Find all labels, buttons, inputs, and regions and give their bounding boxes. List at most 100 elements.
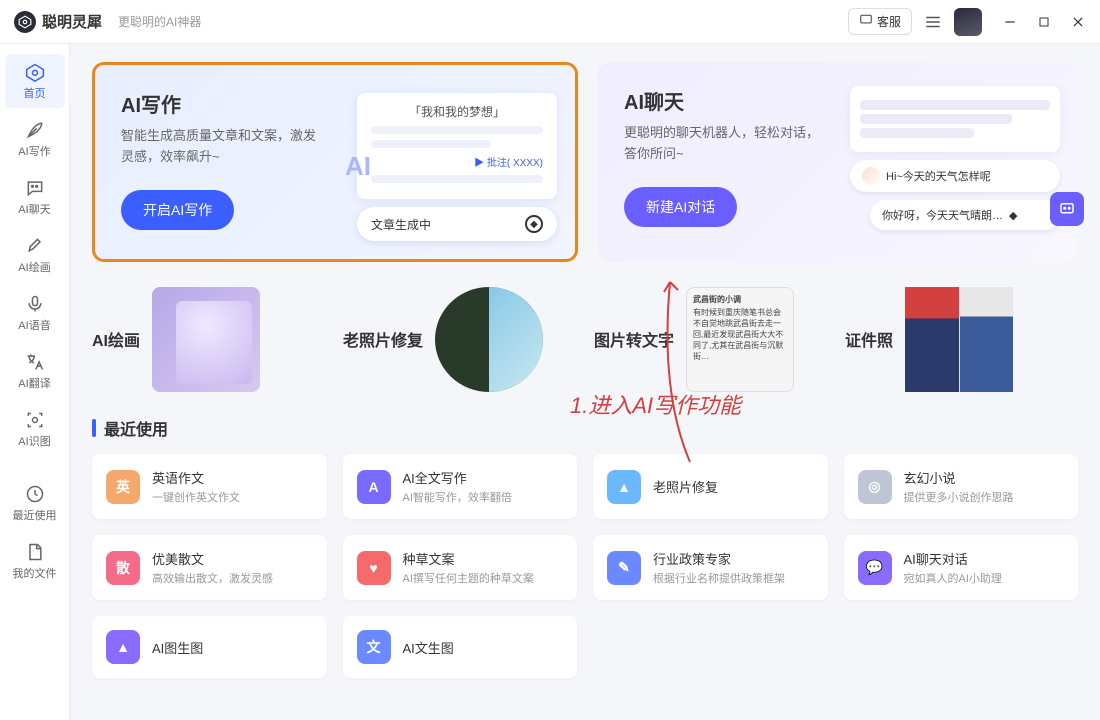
recent-item-icon: ♥ — [357, 551, 391, 585]
hero-write-card[interactable]: AI写作 智能生成高质量文章和文案，激发灵感，效率飙升~ 开启AI写作 AI 「… — [92, 62, 578, 262]
pill-text: 文章生成中 — [371, 216, 431, 233]
recent-item-title: 行业政策专家 — [653, 549, 785, 568]
recent-item[interactable]: 文 AI文生图 — [343, 616, 578, 678]
sidebar-item-draw[interactable]: AI绘画 — [5, 228, 65, 282]
support-button[interactable]: 客服 — [848, 8, 912, 35]
sidebar-label: 最近使用 — [13, 507, 57, 523]
feature-photo-card[interactable]: 老照片修复 — [343, 284, 576, 394]
hero-write-desc: 智能生成高质量文章和文案，激发灵感，效率飙升~ — [121, 126, 321, 168]
recent-item-sub: 一键创作英文作文 — [152, 489, 240, 505]
close-icon[interactable] — [1070, 14, 1086, 30]
recent-item[interactable]: ✎ 行业政策专家 根据行业名称提供政策框架 — [593, 535, 828, 600]
hero-chat-card[interactable]: AI聊天 更聪明的聊天机器人，轻松对话，答你所问~ 新建AI对话 Hi~今天的天… — [598, 62, 1078, 262]
paper-title: 「我和我的梦想」 — [371, 103, 543, 120]
recent-item-sub: AI智能写作，效率翻倍 — [403, 489, 512, 505]
recent-item[interactable]: 散 优美散文 高效输出散文，激发灵感 — [92, 535, 327, 600]
sidebar-label: AI写作 — [18, 143, 50, 159]
recent-item-icon: ▲ — [607, 470, 641, 504]
recent-item[interactable]: ♥ 种草文案 AI撰写任何主题的种草文案 — [343, 535, 578, 600]
feature-title: 老照片修复 — [343, 327, 423, 351]
sidebar-item-recent[interactable]: 最近使用 — [5, 476, 65, 530]
feature-ocr-card[interactable]: 图片转文字 武昌街的小调 有时候到重庆随笔书总会不自觉地跳武昌街去走一回,最近发… — [594, 284, 827, 394]
sidebar-item-chat[interactable]: AI聊天 — [5, 170, 65, 224]
recent-item[interactable]: 💬 AI聊天对话 宛如真人的AI小助理 — [844, 535, 1079, 600]
recent-item-sub: 提供更多小说创作思路 — [904, 489, 1014, 505]
app-logo-icon — [14, 11, 36, 33]
sidebar-label: AI翻译 — [18, 375, 50, 391]
home-icon — [24, 61, 46, 83]
recent-item[interactable]: ◎ 玄幻小说 提供更多小说创作思路 — [844, 454, 1079, 519]
sidebar-item-ocr[interactable]: AI识图 — [5, 402, 65, 456]
feature-title: 证件照 — [845, 327, 893, 351]
recent-item-title: 优美散文 — [152, 549, 273, 568]
chat-bubble-icon — [859, 13, 873, 30]
chat-fab-icon — [1050, 192, 1084, 226]
new-chat-button[interactable]: 新建AI对话 — [624, 187, 737, 227]
sidebar-item-write[interactable]: AI写作 — [5, 112, 65, 166]
section-bar-icon — [92, 419, 96, 437]
recent-item-icon: 英 — [106, 470, 140, 504]
sidebar-item-files[interactable]: 我的文件 — [5, 534, 65, 588]
chat-icon — [24, 177, 46, 199]
recent-item[interactable]: ▲ AI图生图 — [92, 616, 327, 678]
recent-item-icon: 💬 — [858, 551, 892, 585]
recent-item-icon: ◎ — [858, 470, 892, 504]
recent-item-title: 玄幻小说 — [904, 468, 1014, 487]
recent-item-sub: AI撰写任何主题的种草文案 — [403, 570, 534, 586]
ocr-sample-body: 有时候到重庆随笔书总会不自觉地跳武昌街去走一回,最近发现武昌街大大不同了,尤其在… — [693, 307, 787, 363]
recent-item-icon: ✎ — [607, 551, 641, 585]
sidebar-item-home[interactable]: 首页 — [5, 54, 65, 108]
write-illustration: AI 「我和我的梦想」 ▶ 批注( XXXX) 文章生成中 ◆ — [357, 93, 557, 241]
menu-icon[interactable] — [924, 13, 942, 31]
recent-item-title: AI全文写作 — [403, 468, 512, 487]
feather-icon — [24, 119, 46, 141]
recent-header: 最近使用 — [92, 416, 1078, 440]
recent-item-sub: 宛如真人的AI小助理 — [904, 570, 1002, 586]
bubble2-text: 你好呀，今天天气晴朗… — [882, 207, 1003, 223]
sidebar-item-translate[interactable]: AI翻译 — [5, 344, 65, 398]
id-sample-image — [905, 287, 1013, 392]
recent-item-title: AI文生图 — [403, 638, 454, 657]
bot-avatar-icon — [862, 167, 880, 185]
recent-item-title: AI图生图 — [152, 638, 203, 657]
sidebar-label: 首页 — [24, 85, 46, 101]
scan-icon — [24, 409, 46, 431]
recent-grid: 英 英语作文 一键创作英文作文A AI全文写作 AI智能写作，效率翻倍▲ 老照片… — [92, 454, 1078, 678]
maximize-icon[interactable] — [1036, 14, 1052, 30]
feature-idphoto-card[interactable]: 证件照 — [845, 284, 1078, 394]
sidebar: 首页 AI写作 AI聊天 AI绘画 AI语音 AI翻译 AI识图 最 — [0, 44, 70, 720]
sidebar-item-voice[interactable]: AI语音 — [5, 286, 65, 340]
recent-item-icon: A — [357, 470, 391, 504]
history-icon — [24, 483, 46, 505]
logo-group: 聪明灵犀 更聪明的AI神器 — [14, 11, 201, 33]
file-icon — [24, 541, 46, 563]
user-avatar[interactable] — [954, 8, 982, 36]
app-tagline: 更聪明的AI神器 — [118, 13, 201, 30]
ai-badge-icon: AI — [345, 151, 371, 182]
recent-item-title: 老照片修复 — [653, 477, 718, 496]
recent-item-title: 英语作文 — [152, 468, 240, 487]
recent-item-sub: 高效输出散文，激发灵感 — [152, 570, 273, 586]
sidebar-label: AI识图 — [18, 433, 50, 449]
recent-item[interactable]: 英 英语作文 一键创作英文作文 — [92, 454, 327, 519]
chat-illustration: Hi~今天的天气怎样呢 你好呀，今天天气晴朗…◆ — [850, 86, 1060, 230]
feature-draw-card[interactable]: AI绘画 — [92, 284, 325, 394]
recent-item-sub: 根据行业名称提供政策框架 — [653, 570, 785, 586]
start-write-button[interactable]: 开启AI写作 — [121, 190, 234, 230]
sidebar-label: AI绘画 — [18, 259, 50, 275]
logo-small-icon: ◆ — [525, 215, 543, 233]
minimize-icon[interactable] — [1002, 14, 1018, 30]
sidebar-label: AI语音 — [18, 317, 50, 333]
recent-item[interactable]: ▲ 老照片修复 — [593, 454, 828, 519]
sidebar-label: AI聊天 — [18, 201, 50, 217]
feature-title: AI绘画 — [92, 327, 140, 351]
app-title: 聪明灵犀 — [42, 11, 102, 32]
mic-icon — [24, 293, 46, 315]
recent-item[interactable]: A AI全文写作 AI智能写作，效率翻倍 — [343, 454, 578, 519]
recent-item-icon: 散 — [106, 551, 140, 585]
section-title: 最近使用 — [104, 416, 168, 440]
sidebar-label: 我的文件 — [13, 565, 57, 581]
titlebar: 聪明灵犀 更聪明的AI神器 客服 — [0, 0, 1100, 44]
brush-icon — [24, 235, 46, 257]
recent-item-icon: 文 — [357, 630, 391, 664]
